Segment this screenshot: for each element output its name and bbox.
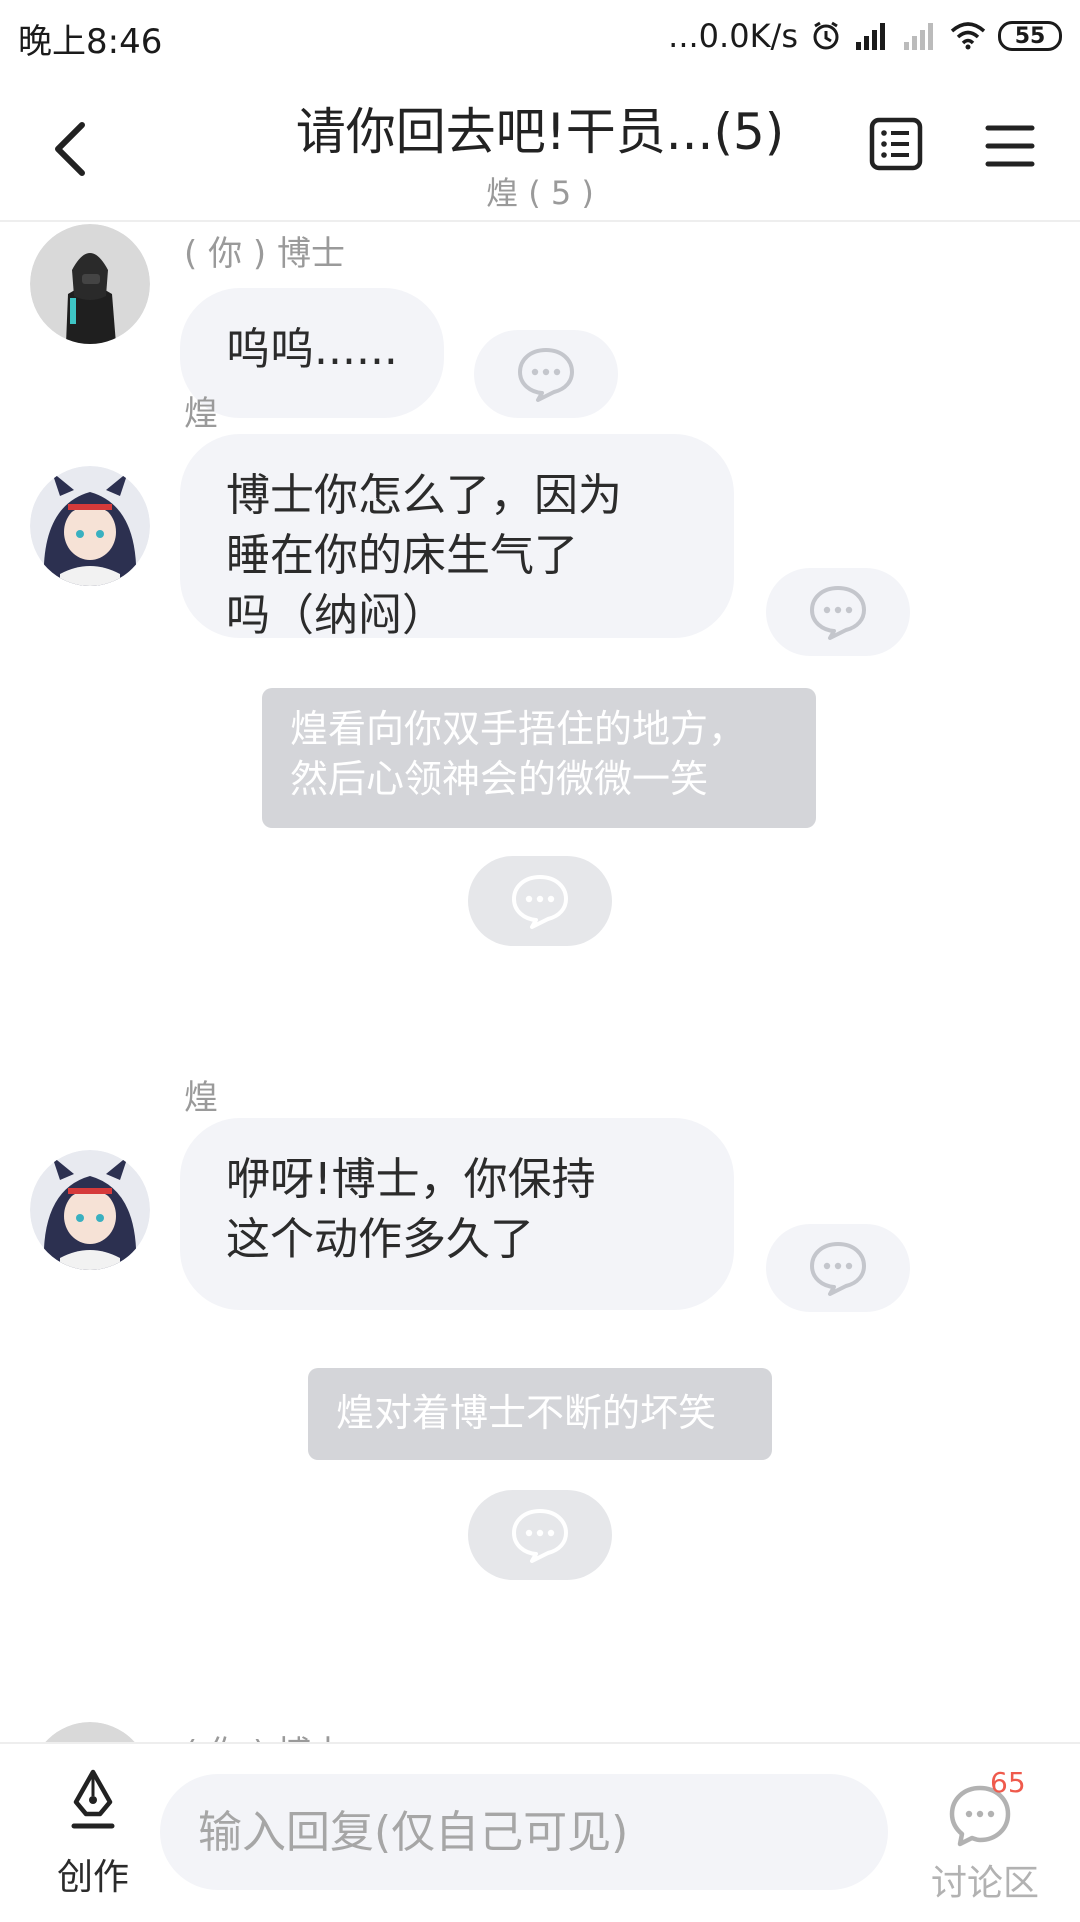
comment-button[interactable] — [468, 856, 612, 946]
comment-icon — [512, 1509, 568, 1563]
message-line: 睡在你的床生气了 — [226, 530, 578, 581]
comment-button[interactable] — [468, 1490, 612, 1580]
comment-icon — [810, 1242, 866, 1296]
comment-button[interactable] — [474, 330, 618, 418]
status-bar: 晚上8:46 ...0.0K/s 55 — [0, 0, 1080, 76]
menu-button[interactable] — [980, 116, 1040, 176]
message-line: 咿呀!博士，你保持 — [226, 1154, 596, 1205]
message-line: 吗（纳闷） — [226, 590, 446, 641]
narration-line: 煌看向你双手捂住的地方， — [290, 707, 747, 751]
avatar-doctor[interactable] — [30, 1722, 150, 1744]
avatar-huang[interactable] — [30, 1150, 150, 1270]
comment-button[interactable] — [766, 1224, 910, 1312]
discussion-button[interactable]: 65 讨论区 — [920, 1766, 1050, 1906]
discussion-badge: 65 — [990, 1766, 1026, 1799]
back-button[interactable] — [40, 114, 100, 184]
comment-button[interactable] — [766, 568, 910, 656]
avatar-doctor[interactable] — [30, 224, 150, 344]
outline-button[interactable] — [866, 114, 926, 174]
reply-input[interactable] — [160, 1774, 888, 1890]
page-subtitle: 煌 ( 5 ) — [486, 174, 594, 212]
narration-line: 然后心领神会的微微一笑 — [290, 757, 709, 801]
message-bubble[interactable]: 咿呀!博士，你保持 这个动作多久了 — [180, 1118, 734, 1310]
narration-line: 煌对着博士不断的坏笑 — [336, 1391, 717, 1435]
message-bubble[interactable]: 博士你怎么了，因为 睡在你的床生气了 吗（纳闷） — [180, 434, 734, 641]
chat-thread[interactable]: ( 你 ) 博士 呜呜...... 煌 博士你怎么了，因为 睡在你的床生气了 吗… — [0, 222, 1080, 1744]
comment-icon — [518, 348, 574, 402]
back-arrow-icon — [55, 122, 85, 176]
chat-header: 请你回去吧!干员...(5) 煌 ( 5 ) — [0, 76, 1080, 222]
sender-name: 煌 — [184, 394, 218, 434]
battery-indicator: 55 — [998, 21, 1062, 51]
create-button[interactable]: 创作 — [40, 1768, 146, 1898]
signal-weak-icon — [902, 20, 938, 52]
sender-name: 煌 — [184, 1078, 218, 1118]
alarm-icon — [810, 20, 842, 52]
status-icons: ...0.0K/s 55 — [668, 14, 1062, 58]
message-bubble[interactable]: 呜呜...... — [180, 288, 444, 418]
narration-box[interactable]: 煌对着博士不断的坏笑 — [308, 1368, 772, 1460]
message-line: 博士你怎么了，因为 — [226, 470, 622, 521]
signal-icon — [854, 20, 890, 52]
message-line: 这个动作多久了 — [226, 1214, 534, 1265]
status-time: 晚上8:46 — [18, 22, 163, 62]
comment-icon — [810, 586, 866, 640]
wifi-icon — [950, 21, 986, 51]
menu-icon — [985, 125, 1035, 167]
page-title: 请你回去吧!干员...(5) — [295, 103, 785, 161]
net-speed: ...0.0K/s — [668, 17, 798, 55]
create-label: 创作 — [56, 1857, 129, 1898]
discussion-label: 讨论区 — [930, 1863, 1039, 1904]
sender-name: ( 你 ) 博士 — [184, 234, 345, 274]
narration-box[interactable]: 煌看向你双手捂住的地方， 然后心领神会的微微一笑 — [262, 688, 816, 828]
comment-icon — [512, 875, 568, 929]
pen-nib-icon — [71, 1769, 115, 1829]
bottom-bar: 创作 65 讨论区 — [0, 1742, 1080, 1922]
avatar-huang[interactable] — [30, 466, 150, 586]
list-icon — [869, 117, 923, 171]
